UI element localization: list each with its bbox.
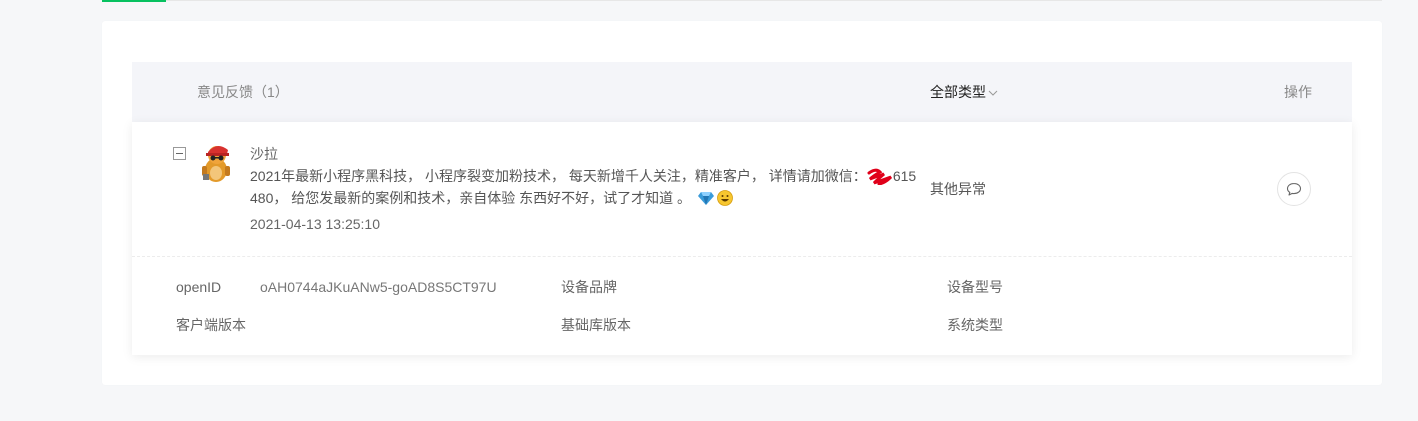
client-version-label: 客户端版本 xyxy=(176,317,246,333)
row-divider xyxy=(132,256,1352,257)
openid-value: oAH0744aJKuANw5-goAD8S5CT97U xyxy=(260,279,497,295)
feedback-timestamp: 2021-04-13 13:25:10 xyxy=(250,216,380,232)
system-type-label: 系统类型 xyxy=(947,317,1003,333)
openid-label: openID xyxy=(176,279,222,295)
feedback-type: 其他异常 xyxy=(930,181,986,197)
device-model-label: 设备型号 xyxy=(947,279,1003,295)
chevron-down-icon xyxy=(988,90,998,96)
feedback-table-header: 意见反馈（1） 全部类型 操作 xyxy=(132,62,1352,122)
feedback-text-part1: 2021年最新小程序黑科技， 小程序裂变加粉技术， 每天新增千人关注，精准客户，… xyxy=(250,168,867,184)
feedback-row: 沙拉 2021年最新小程序黑科技， 小程序裂变加粉技术， 每天新增千人关注，精准… xyxy=(132,122,1352,355)
redaction-scribble xyxy=(867,168,892,185)
minus-square-icon[interactable] xyxy=(173,147,186,160)
avatar xyxy=(202,145,230,182)
tab-bar-divider xyxy=(102,0,1382,1)
action-column-label: 操作 xyxy=(1284,84,1312,100)
active-tab-indicator xyxy=(102,0,166,2)
comment-icon xyxy=(1286,182,1302,196)
reply-button[interactable] xyxy=(1277,172,1311,206)
feedback-user-name: 沙拉 xyxy=(250,146,278,162)
feedback-row-main: 沙拉 2021年最新小程序黑科技， 小程序裂变加粉技术， 每天新增千人关注，精准… xyxy=(132,122,1352,256)
device-brand-label: 设备品牌 xyxy=(561,279,617,295)
gem-icon xyxy=(697,192,714,205)
type-filter-label: 全部类型 xyxy=(930,84,986,100)
grinning-face-icon xyxy=(717,190,733,206)
type-filter-dropdown[interactable]: 全部类型 xyxy=(930,82,998,102)
base-library-version-label: 基础库版本 xyxy=(561,317,631,333)
feedback-content: 2021年最新小程序黑科技， 小程序裂变加粉技术， 每天新增千人关注，精准客户，… xyxy=(250,165,926,209)
feedback-count-label: 意见反馈（1） xyxy=(197,84,289,100)
